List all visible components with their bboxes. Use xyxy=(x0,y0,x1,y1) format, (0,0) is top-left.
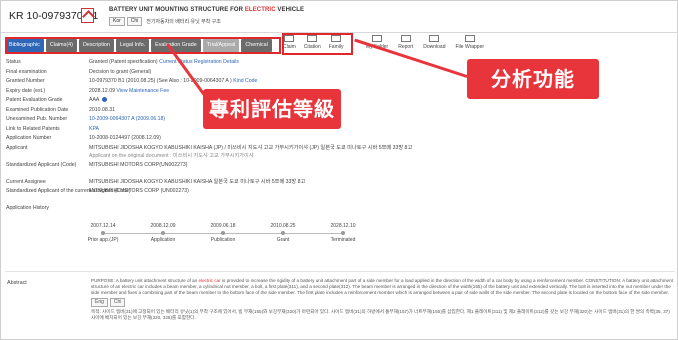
field-label: Standardized Applicant of the current as… xyxy=(6,188,131,194)
timeline-point: 2008.12.09 Application xyxy=(138,223,188,243)
field-label: Patent Evaluation Grade xyxy=(6,97,63,103)
field-value: MITSUBISHI MOTORS CORP (UN002273) xyxy=(89,187,565,204)
field-label: Status xyxy=(6,59,21,65)
timeline-point: 2007.12.14 Prior app.(JP) xyxy=(78,223,128,243)
tool-label: Download xyxy=(423,44,446,50)
tool-file-wrapper[interactable]: File Wrapper xyxy=(455,35,485,50)
field-value-text: AAA xyxy=(89,97,100,103)
timeline-dot xyxy=(221,231,225,235)
timeline-date: 2008.12.09 xyxy=(150,223,176,229)
timeline-date: 2028.12.10 xyxy=(330,223,356,229)
field-label: Applicant xyxy=(6,144,28,151)
analysis-callout: 分析功能 xyxy=(467,59,599,99)
tool-label: Report xyxy=(398,44,414,50)
application-history-timeline: 2007.12.14 Prior app.(JP) 2008.12.09 Applic… xyxy=(88,223,356,249)
field-value-text: MITSUBISHI MOTORS CORP (UN002273) xyxy=(89,188,189,194)
field-label: Application Number xyxy=(6,135,52,141)
field-label: Application History xyxy=(6,205,49,211)
field-link[interactable]: Registration Details xyxy=(194,59,239,65)
field-value-text: 2010.08.31 xyxy=(89,106,115,113)
field-label: Standardized Applicant (Code) xyxy=(6,161,77,168)
field-value-text: 10-2009-0064307 A (2009.06.18) xyxy=(89,116,166,122)
field-value: MITSUBISHI JIDOSHA KOGYO KABUSHIKI KAISH… xyxy=(89,178,565,188)
lang-flag-chi[interactable]: Chi xyxy=(126,17,143,26)
field-value-text: MITSUBISHI MOTORS CORP(UN002273) xyxy=(89,161,188,168)
timeline-dot xyxy=(341,231,345,235)
field-label: Expiry date (est.) xyxy=(6,87,46,94)
abstract-text: PURPOSE: A battery unit attachment struc… xyxy=(91,278,675,321)
field-value-text: 10-2008-0124497 (2008.12.09) xyxy=(89,135,161,141)
abstract-language-flags: Eng Chi xyxy=(91,298,675,307)
file-wrapper-icon xyxy=(464,35,475,42)
tool-download[interactable]: Download xyxy=(423,35,446,50)
field-row: Standardized Applicant of the current as… xyxy=(5,187,565,204)
timeline-label: Terminated xyxy=(330,237,356,243)
timeline-date: 2007.12.14 xyxy=(90,223,116,229)
timeline-label: Prior app.(JP) xyxy=(87,237,119,243)
field-label: Unexamined Pub. Number xyxy=(6,116,68,122)
abstract-flag-chi[interactable]: Chi xyxy=(109,298,126,307)
field-value: MITSUBISHI MOTORS CORP(UN002273) xyxy=(89,161,565,178)
field-label: Current Assignee xyxy=(6,178,46,185)
field-value-text: KPA xyxy=(89,125,99,132)
timeline-label: Application xyxy=(150,237,176,243)
timeline-dot xyxy=(281,231,285,235)
timeline-label: Publication xyxy=(210,237,236,243)
patent-title-en: BATTERY UNIT MOUNTING STRUCTURE FOR ELEC… xyxy=(109,7,305,13)
field-value xyxy=(89,204,565,214)
field-row: Standardized Applicant (Code) MITSUBISHI … xyxy=(5,161,565,178)
timeline-dot xyxy=(101,231,105,235)
download-icon xyxy=(429,35,440,42)
abstract-flag-eng[interactable]: Eng xyxy=(91,298,108,307)
info-icon[interactable] xyxy=(102,97,108,103)
title-language-flags: Kor Chi 전기자동차의 배터리 유닛 부착 구조 xyxy=(109,17,221,26)
field-value-text: 2028.12.09 xyxy=(89,87,115,94)
field-value: 10-2008-0124497 (2008.12.09) xyxy=(89,134,565,144)
report-icon xyxy=(400,35,411,42)
field-value-text: 10-0979370 B1 (2010.08.25) (See Also : 1… xyxy=(89,78,232,84)
field-value-text: Decision to grant (General) xyxy=(89,68,152,75)
field-row: Application Number 10-2008-0124497 (2008.… xyxy=(5,134,565,144)
tabs-highlight-frame xyxy=(5,37,281,54)
field-value-text: Granted (Patent specification) xyxy=(89,59,158,65)
timeline-point: 2009.06.18 Publication xyxy=(198,223,248,243)
field-link[interactable]: View Maintenance Fee xyxy=(116,88,169,94)
field-value-text: MITSUBISHI JIDOSHA KOGYO KABUSHIKI KAISH… xyxy=(89,144,413,151)
abstract-korean: 목적: 사이드 멤버(31)에 고정되어 있는 배터리 유닛(1)의 부착 구조… xyxy=(91,309,670,320)
patent-detail-window: KR 10-0979370 B1 BATTERY UNIT MOUNTING S… xyxy=(0,0,678,340)
timeline-point: 2010.08.25 Grant xyxy=(258,223,308,243)
grade-callout: 專利評估等級 xyxy=(203,89,341,129)
field-label: Final examination xyxy=(6,68,47,75)
timeline-label: Grant xyxy=(276,237,290,243)
abstract-english: PURPOSE: A battery unit attachment struc… xyxy=(91,278,673,295)
field-label: Examined Publication Date xyxy=(6,106,69,113)
timeline-point: 2028.12.10 Terminated xyxy=(318,223,368,243)
field-label: Link to Related Patents xyxy=(6,125,60,132)
field-row: Current Assignee MITSUBISHI JIDOSHA KOGYO… xyxy=(5,178,565,188)
timeline-date: 2009.06.18 xyxy=(210,223,236,229)
timeline-dot xyxy=(161,231,165,235)
tool-label: File Wrapper xyxy=(455,44,485,50)
analysis-highlight-frame xyxy=(282,33,353,55)
pdf-icon[interactable] xyxy=(81,8,94,23)
field-value-text: MITSUBISHI JIDOSHA KOGYO KABUSHIKI KAISH… xyxy=(89,178,306,185)
field-subvalue: Applicant on the original document : 미쓰비… xyxy=(89,152,254,159)
field-link[interactable]: Current Status xyxy=(159,59,192,65)
field-row: Application History xyxy=(5,204,565,214)
field-value: MITSUBISHI JIDOSHA KOGYO KABUSHIKI KAISH… xyxy=(89,144,565,161)
field-link[interactable]: Kind Code xyxy=(233,78,257,84)
lang-flag-kor[interactable]: Kor xyxy=(109,17,125,26)
my-folder-icon xyxy=(372,35,383,42)
field-row: Applicant MITSUBISHI JIDOSHA KOGYO KABUSH… xyxy=(5,144,565,161)
timeline-date: 2010.08.25 xyxy=(270,223,296,229)
patent-title-ko: 전기자동차의 배터리 유닛 부착 구조 xyxy=(146,19,221,25)
abstract-divider xyxy=(5,271,675,272)
abstract-label: Abstract xyxy=(7,280,27,286)
field-label: Granted Number xyxy=(6,78,45,84)
patent-header: KR 10-0979370 B1 BATTERY UNIT MOUNTING S… xyxy=(1,1,678,33)
tool-report[interactable]: Report xyxy=(398,35,413,50)
